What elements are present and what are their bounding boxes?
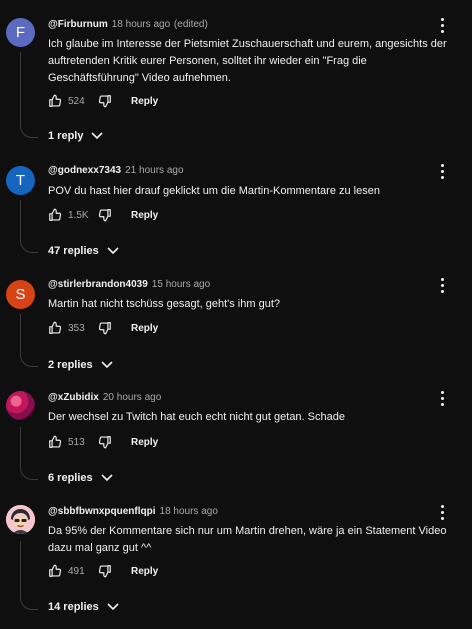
like-count: 524 — [68, 95, 85, 107]
comment-header: @Firburnum 18 hours ago (edited) — [48, 18, 208, 32]
comment-header: @sbbfbwnxpquenflqpi 18 hours ago — [48, 505, 218, 519]
avatar[interactable]: F — [6, 18, 35, 47]
like-count: 1.5K — [68, 209, 89, 221]
thumbs-up-icon[interactable] — [48, 208, 62, 222]
reply-button[interactable]: Reply — [131, 437, 158, 448]
comment-timestamp[interactable]: 18 hours ago — [160, 506, 218, 517]
reply-button[interactable]: Reply — [131, 210, 158, 221]
replies-count: 1 reply — [48, 130, 84, 142]
view-replies-button[interactable]: 47 replies — [48, 245, 119, 257]
more-options-icon[interactable] — [436, 18, 448, 34]
thumbs-down-icon[interactable] — [98, 435, 112, 449]
comment-text: POV du hast hier drauf geklickt um die M… — [48, 185, 380, 197]
comment-author[interactable]: @godnexx7343 — [48, 165, 121, 176]
reply-button[interactable]: Reply — [131, 323, 158, 334]
chevron-down-icon — [101, 474, 113, 482]
replies-count: 6 replies — [48, 472, 93, 484]
thumbs-down-icon[interactable] — [98, 208, 112, 222]
thread-line — [20, 541, 38, 610]
comment-timestamp[interactable]: 18 hours ago — [112, 19, 170, 30]
avatar[interactable]: S — [6, 280, 35, 309]
comment-actions: 353 Reply — [48, 320, 158, 336]
comment-author[interactable]: @sbbfbwnxpquenflqpi — [48, 506, 156, 517]
comment-actions: 513 Reply — [48, 434, 158, 450]
comment-timestamp[interactable]: 21 hours ago — [125, 165, 183, 176]
chevron-down-icon — [107, 603, 119, 611]
reply-button[interactable]: Reply — [131, 566, 158, 577]
comment-timestamp[interactable]: 15 hours ago — [152, 279, 210, 290]
comment-author[interactable]: @Firburnum — [48, 19, 108, 30]
cartoon-avatar-icon — [6, 505, 35, 534]
like-count: 513 — [68, 436, 85, 448]
comment-timestamp[interactable]: 20 hours ago — [103, 392, 161, 403]
more-options-icon[interactable] — [436, 505, 448, 521]
like-count: 353 — [68, 322, 85, 334]
thumbs-up-icon[interactable] — [48, 321, 62, 335]
thumbs-up-icon[interactable] — [48, 94, 62, 108]
replies-count: 2 replies — [48, 359, 93, 371]
comment-author[interactable]: @stirlerbrandon4039 — [48, 279, 148, 290]
thread-line — [20, 52, 38, 138]
comment-text: Der wechsel zu Twitch hat euch echt nich… — [48, 411, 345, 423]
view-replies-button[interactable]: 2 replies — [48, 359, 113, 371]
view-replies-button[interactable]: 14 replies — [48, 601, 119, 613]
thread-line — [20, 427, 38, 480]
edited-label: (edited) — [173, 19, 208, 30]
more-options-icon[interactable] — [436, 164, 448, 180]
like-count: 491 — [68, 565, 85, 577]
thumbs-up-icon[interactable] — [48, 564, 62, 578]
view-replies-button[interactable]: 1 reply — [48, 130, 104, 142]
view-replies-button[interactable]: 6 replies — [48, 472, 113, 484]
comment-actions: 524 Reply — [48, 93, 158, 109]
chevron-down-icon — [107, 247, 119, 255]
more-options-icon[interactable] — [436, 278, 448, 294]
avatar[interactable] — [6, 505, 35, 534]
avatar[interactable]: T — [6, 166, 35, 195]
comment-author[interactable]: @xZubidix — [48, 392, 99, 403]
comment-header: @godnexx7343 21 hours ago — [48, 164, 184, 178]
comment-text: Da 95% der Kommentare sich nur um Martin… — [48, 525, 447, 554]
comment-actions: 491 Reply — [48, 563, 158, 579]
chevron-down-icon — [101, 361, 113, 369]
thread-line — [20, 314, 38, 367]
comment-text: Ich glaube im Interesse der Pietsmiet Zu… — [48, 38, 447, 84]
comment-header: @stirlerbrandon4039 15 hours ago — [48, 278, 210, 292]
comment-text: Martin hat nicht tschüss gesagt, geht's … — [48, 298, 280, 310]
reply-button[interactable]: Reply — [131, 96, 158, 107]
more-options-icon[interactable] — [436, 391, 448, 407]
thumbs-down-icon[interactable] — [98, 564, 112, 578]
thumbs-down-icon[interactable] — [98, 321, 112, 335]
thumbs-up-icon[interactable] — [48, 435, 62, 449]
thumbs-down-icon[interactable] — [98, 94, 112, 108]
thread-line — [20, 200, 38, 253]
replies-count: 47 replies — [48, 245, 99, 257]
comment-actions: 1.5K Reply — [48, 207, 158, 223]
comment-header: @xZubidix 20 hours ago — [48, 391, 161, 405]
chevron-down-icon — [91, 132, 104, 140]
replies-count: 14 replies — [48, 601, 99, 613]
avatar[interactable] — [6, 391, 35, 420]
